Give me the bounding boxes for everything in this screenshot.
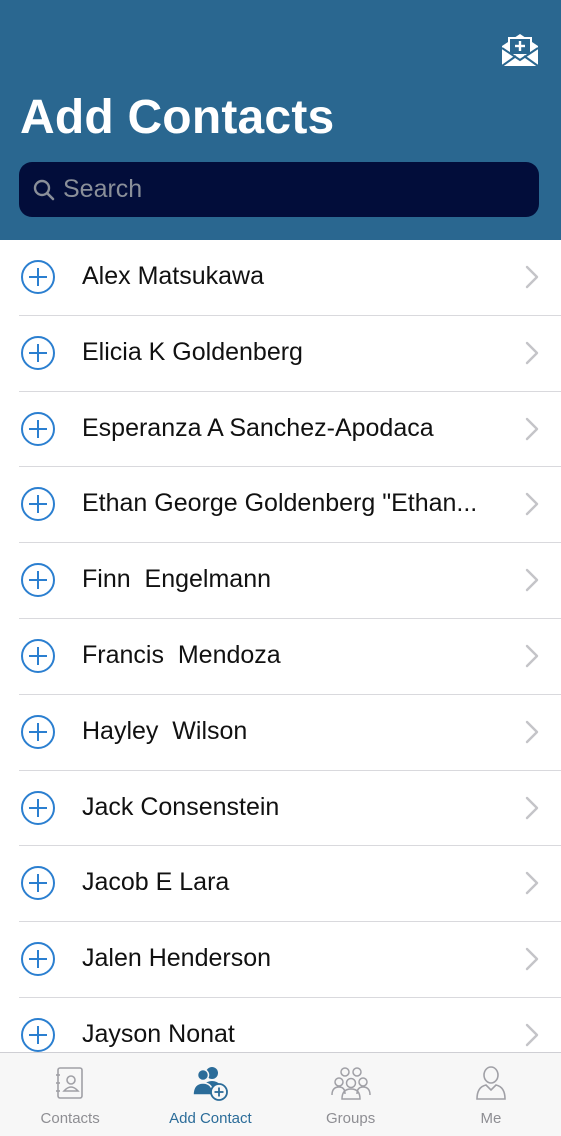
tab-contacts[interactable]: Contacts — [0, 1053, 140, 1136]
add-circle-icon[interactable] — [20, 865, 56, 901]
contact-name: Ethan George Goldenberg "Ethan... — [82, 489, 478, 518]
add-circle-icon[interactable] — [20, 335, 56, 371]
contact-row[interactable]: Ethan George Goldenberg "Ethan... — [0, 467, 561, 543]
add-circle-icon[interactable] — [20, 486, 56, 522]
contact-name: Finn Engelmann — [82, 565, 272, 594]
contact-name: Hayley Wilson — [82, 716, 248, 745]
chevron-right-icon — [524, 491, 540, 517]
address-book-icon — [48, 1063, 92, 1103]
tab-label: Me — [480, 1110, 502, 1127]
add-circle-icon[interactable] — [20, 638, 56, 674]
contact-name: Jalen Henderson — [82, 944, 272, 973]
group-icon — [329, 1063, 373, 1103]
add-circle-icon[interactable] — [20, 562, 56, 598]
tab-label: Groups — [326, 1110, 376, 1127]
contact-row[interactable]: Finn Engelmann — [0, 543, 561, 619]
chevron-right-icon — [524, 795, 540, 821]
header-bar: Add Contacts — [0, 0, 561, 240]
contact-name: Jayson Nonat — [82, 1019, 235, 1048]
search-input[interactable] — [63, 162, 539, 217]
add-circle-icon[interactable] — [20, 411, 56, 447]
tab-me[interactable]: Me — [421, 1053, 561, 1136]
compose-invite-button[interactable] — [498, 28, 542, 70]
person-icon — [469, 1063, 513, 1103]
add-person-icon — [188, 1063, 232, 1103]
contact-list: Alex Matsukawa Elicia K Goldenberg Esperan… — [0, 240, 561, 1052]
chevron-right-icon — [524, 870, 540, 896]
chevron-right-icon — [524, 340, 540, 366]
add-circle-icon[interactable] — [20, 790, 56, 826]
contact-name: Jacob E Lara — [82, 868, 230, 897]
contact-name: Elicia K Goldenberg — [82, 337, 303, 366]
contact-row[interactable]: Jayson Nonat — [0, 998, 561, 1052]
contact-name: Esperanza A Sanchez-Apodaca — [82, 413, 434, 442]
tab-label: Contacts — [40, 1110, 100, 1127]
contact-row[interactable]: Alex Matsukawa — [0, 240, 561, 316]
contact-row[interactable]: Jacob E Lara — [0, 846, 561, 922]
tab-label: Add Contact — [169, 1110, 252, 1127]
chevron-right-icon — [524, 719, 540, 745]
tab-groups[interactable]: Groups — [281, 1053, 421, 1136]
contact-name: Jack Consenstein — [82, 792, 280, 821]
add-circle-icon[interactable] — [20, 1017, 56, 1052]
tab-add-contact[interactable]: Add Contact — [140, 1053, 280, 1136]
search-icon — [31, 177, 57, 203]
contact-name: Francis Mendoza — [82, 640, 281, 669]
page-title: Add Contacts — [20, 91, 335, 144]
chevron-right-icon — [524, 1022, 540, 1048]
contact-name: Alex Matsukawa — [82, 262, 265, 290]
add-circle-icon[interactable] — [20, 941, 56, 977]
chevron-right-icon — [524, 416, 540, 442]
chevron-right-icon — [524, 567, 540, 593]
chevron-right-icon — [524, 946, 540, 972]
chevron-right-icon — [524, 264, 540, 290]
contact-row[interactable]: Jack Consenstein — [0, 771, 561, 847]
contact-row[interactable]: Esperanza A Sanchez-Apodaca — [0, 392, 561, 468]
contact-row[interactable]: Elicia K Goldenberg — [0, 316, 561, 392]
chevron-right-icon — [524, 643, 540, 669]
contact-row[interactable]: Hayley Wilson — [0, 695, 561, 771]
add-circle-icon[interactable] — [20, 259, 56, 295]
envelope-add-icon — [501, 34, 539, 67]
add-circle-icon[interactable] — [20, 714, 56, 750]
tab-bar: Contacts Add Contact Groups Me — [0, 1052, 561, 1136]
contact-row[interactable]: Francis Mendoza — [0, 619, 561, 695]
contact-row[interactable]: Jalen Henderson — [0, 922, 561, 998]
search-bar[interactable] — [19, 162, 539, 217]
